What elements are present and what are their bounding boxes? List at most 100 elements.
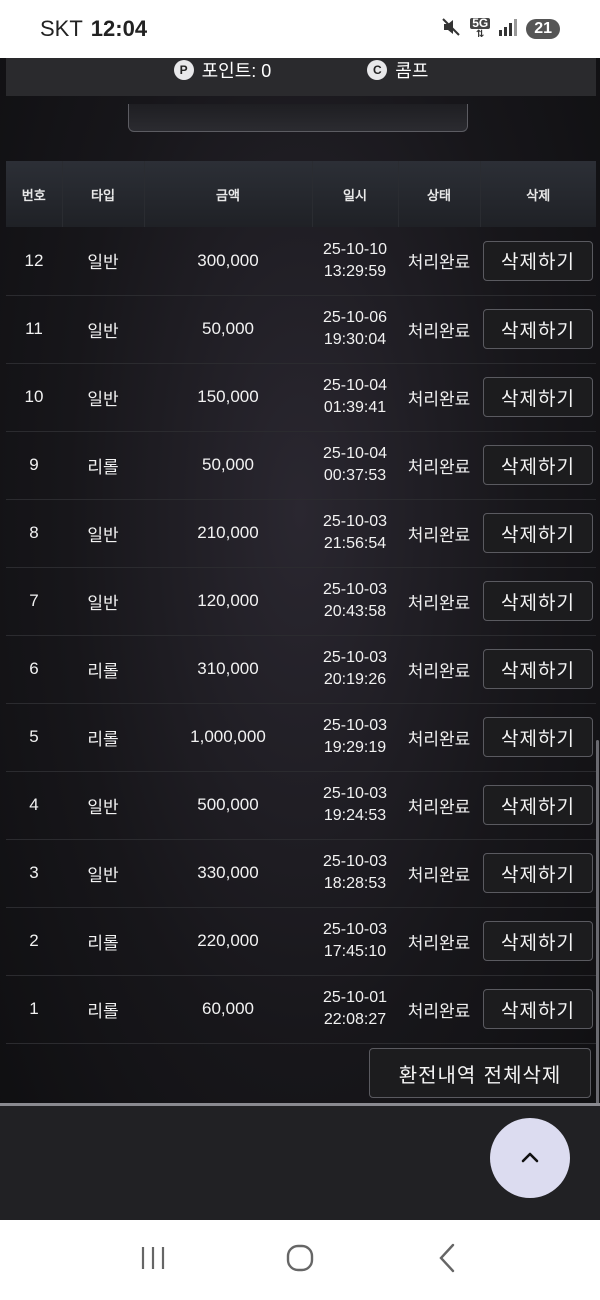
cell-amount: 210,000 (197, 523, 259, 542)
panel-bottom-edge (128, 104, 468, 132)
cell-amount: 220,000 (197, 931, 259, 950)
cell-delete: 삭제하기 (480, 703, 596, 771)
header-amount: 금액 (144, 161, 313, 227)
cell-date: 25-10-03 (322, 581, 388, 598)
system-nav-bar (0, 1220, 600, 1300)
delete-row-button[interactable]: 삭제하기 (483, 309, 593, 349)
table-body: 12 일반 300,000 25-10-10 13:29:59 처리완료 삭제하기 11 일반 5… (6, 227, 596, 1043)
delete-row-button[interactable]: 삭제하기 (483, 445, 593, 485)
cell-time: 01:39:41 (323, 399, 387, 416)
cell-type: 리롤 (87, 1001, 119, 1021)
cell-date: 25-10-01 (322, 989, 388, 1006)
cell-status: 처리완료 (407, 457, 471, 477)
home-icon (285, 1243, 315, 1278)
delete-row-button[interactable]: 삭제하기 (483, 240, 593, 281)
cell-status: 처리완료 (407, 593, 471, 613)
cell-no: 2 (29, 931, 39, 950)
recent-apps-icon (139, 1245, 167, 1276)
table-row: 2 리롤 220,000 25-10-03 17:45:10 처리완료 삭제하기 (6, 907, 596, 975)
cell-type: 리롤 (87, 933, 119, 953)
cell-type: 일반 (87, 797, 119, 817)
cell-delete: 삭제하기 (480, 499, 596, 567)
recent-apps-button[interactable] (123, 1230, 183, 1290)
cell-date: 25-10-03 (322, 853, 388, 870)
cell-amount: 50,000 (202, 455, 254, 474)
cell-time: 19:24:53 (323, 807, 387, 824)
cell-status: 처리완료 (407, 797, 471, 817)
cell-type: 일반 (87, 253, 119, 273)
cell-datetime: 25-10-01 22:08:27 (312, 975, 398, 1043)
delete-row-button[interactable]: 삭제하기 (483, 989, 593, 1029)
cell-amount: 300,000 (197, 250, 259, 270)
delete-row-button[interactable]: 삭제하기 (483, 649, 593, 689)
status-bar: SKT 12:04 5G ⇅ 21 (0, 0, 600, 58)
header-status: 상태 (398, 161, 481, 227)
delete-row-button[interactable]: 삭제하기 (483, 513, 593, 553)
cell-datetime: 25-10-03 17:45:10 (312, 907, 398, 975)
scroll-to-top-button[interactable] (490, 1118, 570, 1198)
cell-type: 일반 (87, 321, 119, 341)
cell-amount: 500,000 (197, 795, 259, 814)
cell-datetime: 25-10-03 19:24:53 (312, 771, 398, 839)
delete-row-button[interactable]: 삭제하기 (483, 921, 593, 961)
cell-delete: 삭제하기 (480, 295, 596, 363)
table-header-row: 번호 타입 금액 일시 상태 삭제 (6, 161, 596, 227)
delete-row-button[interactable]: 삭제하기 (483, 853, 593, 893)
table-row: 6 리롤 310,000 25-10-03 20:19:26 처리완료 삭제하기 (6, 635, 596, 703)
cell-amount: 330,000 (197, 863, 259, 882)
cell-no: 7 (29, 591, 39, 610)
cell-no: 4 (29, 795, 39, 814)
table-row: 1 리롤 60,000 25-10-01 22:08:27 처리완료 삭제하기 (6, 975, 596, 1043)
delete-row-button[interactable]: 삭제하기 (483, 581, 593, 621)
exchange-history-table: 번호 타입 금액 일시 상태 삭제 12 일반 300,000 25-10-10 13:… (6, 161, 596, 1044)
cell-no: 5 (29, 727, 39, 746)
table-row: 4 일반 500,000 25-10-03 19:24:53 처리완료 삭제하기 (6, 771, 596, 839)
comp-label: 콤프 (395, 61, 429, 81)
home-button[interactable] (270, 1230, 330, 1290)
cell-amount: 60,000 (202, 999, 254, 1018)
battery-icon: 21 (526, 19, 560, 39)
cell-time: 21:56:54 (323, 535, 387, 552)
cell-type: 리롤 (87, 661, 119, 681)
cell-status: 처리완료 (407, 525, 471, 545)
cell-delete: 삭제하기 (480, 839, 596, 907)
cell-status: 처리완료 (407, 253, 471, 273)
cell-time: 13:29:59 (323, 262, 387, 280)
cell-status: 처리완료 (407, 865, 471, 885)
network-label: 5G (470, 16, 491, 30)
cell-datetime: 25-10-03 18:28:53 (312, 839, 398, 907)
cell-no: 6 (29, 659, 39, 678)
cell-date: 25-10-03 (322, 649, 388, 666)
comp-icon: C (367, 60, 388, 80)
cell-type: 일반 (87, 865, 119, 885)
cell-no: 12 (24, 250, 44, 270)
cell-time: 17:45:10 (323, 943, 387, 960)
points-label: 포인트: 0 (201, 61, 272, 81)
delete-row-button[interactable]: 삭제하기 (483, 785, 593, 825)
clear-all-history-button[interactable]: 환전내역 전체삭제 (369, 1048, 591, 1098)
header-delete: 삭제 (526, 187, 551, 203)
back-icon (437, 1242, 457, 1279)
cell-delete: 삭제하기 (480, 771, 596, 839)
cell-delete: 삭제하기 (480, 431, 596, 499)
clock: 12:04 (90, 16, 148, 41)
cell-amount: 1,000,000 (190, 727, 266, 746)
cell-time: 18:28:53 (323, 875, 387, 892)
cell-amount: 150,000 (197, 387, 259, 406)
cell-status: 처리완료 (407, 389, 471, 409)
cell-datetime: 25-10-10 13:29:59 (312, 227, 398, 295)
delete-row-button[interactable]: 삭제하기 (483, 717, 593, 757)
back-button[interactable] (417, 1230, 477, 1290)
cell-amount: 120,000 (197, 591, 259, 610)
cell-status: 처리완료 (407, 933, 471, 953)
cell-time: 22:08:27 (323, 1011, 387, 1028)
scrollbar[interactable] (596, 740, 599, 1105)
header-type: 타입 (62, 161, 145, 227)
comp-display[interactable]: C 콤프 (367, 57, 428, 83)
cell-time: 19:30:04 (323, 331, 387, 348)
cell-delete: 삭제하기 (480, 635, 596, 703)
carrier-label: SKT (40, 16, 83, 41)
cell-type: 리롤 (87, 729, 119, 749)
cell-date: 25-10-10 (322, 240, 388, 258)
delete-row-button[interactable]: 삭제하기 (483, 377, 593, 417)
